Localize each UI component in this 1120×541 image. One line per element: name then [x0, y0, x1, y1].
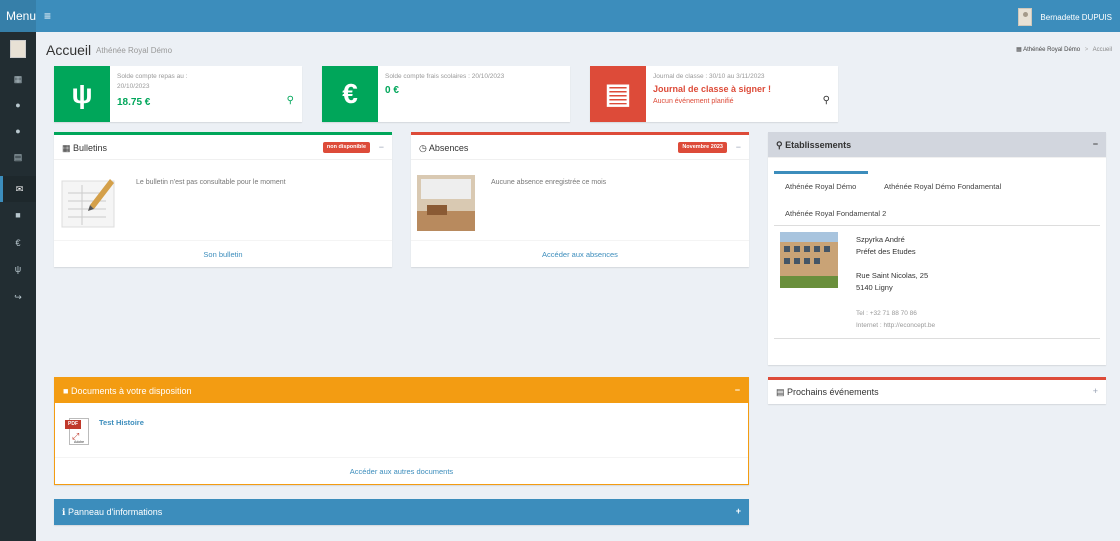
minus-icon[interactable]: −	[736, 142, 741, 152]
search-icon[interactable]: ⚲	[287, 95, 294, 106]
sidebar-avatar	[10, 40, 26, 58]
meal-balance-box: ψ Solde compte repas au : 20/10/2023 18.…	[54, 66, 302, 122]
documents-title: ■ Documents à votre disposition	[63, 386, 192, 396]
bars-icon[interactable]: ≡	[44, 9, 51, 23]
info-icon: ℹ	[62, 507, 66, 517]
etablissements-box: ⚲ Etablissements − Athénée Royal Démo At…	[768, 132, 1106, 365]
tab-athenee-royal-demo[interactable]: Athénée Royal Démo	[785, 182, 856, 191]
events-title: ▤ Prochains événements	[776, 387, 879, 397]
minus-icon[interactable]: −	[735, 385, 740, 395]
euro-icon: €	[322, 66, 378, 122]
tab-active-indicator	[774, 171, 868, 174]
plus-icon[interactable]: +	[1093, 386, 1098, 396]
cutlery-icon[interactable]: ψ	[0, 256, 36, 282]
map-marker-icon: ⚲	[776, 140, 783, 150]
user-icon[interactable]: ●	[0, 92, 36, 118]
menu-logo[interactable]: Menu	[0, 0, 36, 32]
users-icon[interactable]: ●	[0, 118, 36, 144]
other-documents-link[interactable]: Accéder aux autres documents	[55, 457, 748, 484]
class-journal-label: Journal de classe : 30/10 au 3/11/2023	[653, 73, 765, 80]
meal-balance-label: Solde compte repas au : 20/10/2023	[117, 73, 188, 90]
avatar	[1018, 8, 1033, 26]
breadcrumb-home[interactable]: Athénée Royal Démo	[1023, 47, 1080, 53]
menu-label: Menu	[6, 9, 37, 23]
grid-icon: ▦	[62, 143, 71, 153]
bottom-divider	[774, 338, 1100, 339]
documents-header: ■ Documents à votre disposition −	[55, 378, 748, 403]
calendar-icon[interactable]: ▤	[0, 144, 36, 170]
school-fees-box: € Solde compte frais scolaires : 20/10/2…	[322, 66, 570, 122]
user-name: Bernadette DUPUIS	[1040, 12, 1112, 22]
tab-athenee-royal-demo-fondamental[interactable]: Athénée Royal Démo Fondamental	[884, 182, 1001, 191]
user-menu[interactable]: Bernadette DUPUIS	[1018, 7, 1112, 27]
breadcrumb: ▦ Athénée Royal Démo > Accueil	[1016, 46, 1112, 53]
breadcrumb-current: Accueil	[1092, 47, 1112, 53]
grid-icon[interactable]: ▦	[0, 66, 36, 92]
meal-balance-value: 18.75 €	[117, 97, 151, 108]
sidebar: ▦ ● ● ▤ ✉ ■ € ψ ↪	[0, 32, 36, 541]
bulletins-box: ▦ Bulletins non disponible − Le bulletin…	[54, 132, 392, 267]
events-status: Aucun événement planifié	[653, 98, 734, 105]
absences-header: ◷ Absences Novembre 2023 −	[411, 135, 749, 160]
status-badge: non disponible	[322, 142, 370, 153]
school-photo	[780, 232, 838, 288]
absences-title: ◷ Absences	[419, 143, 469, 153]
contact-block: Szpyrka André Préfet des Etudes Rue Sain…	[856, 234, 928, 294]
bulletin-link[interactable]: Son bulletin	[54, 240, 392, 267]
classroom-illustration	[417, 175, 475, 231]
contact-name: Szpyrka André	[856, 235, 905, 244]
contact-website[interactable]: Internet : http://econcept.be	[856, 320, 935, 332]
address-city: 5140 Ligny	[856, 283, 893, 292]
bulletin-illustration	[61, 179, 115, 228]
pdf-icon[interactable]: PDF ⤢ Adobe	[65, 416, 91, 446]
events-box: ▤ Prochains événements +	[768, 377, 1106, 404]
documents-box: ■ Documents à votre disposition − PDF ⤢ …	[54, 377, 749, 485]
class-journal-alert[interactable]: Journal de classe à signer !	[653, 84, 771, 94]
school-fees-label: Solde compte frais scolaires : 20/10/202…	[385, 73, 505, 80]
euro-icon[interactable]: €	[0, 230, 36, 256]
tab-athenee-royal-fondamental-2[interactable]: Athénée Royal Fondamental 2	[785, 209, 886, 218]
info-panel-box[interactable]: ℹ Panneau d'informations +	[54, 499, 749, 525]
etablissements-title: ⚲ Etablissements	[776, 140, 852, 150]
address-street: Rue Saint Nicolas, 25	[856, 271, 929, 280]
folder-icon[interactable]: ■	[0, 202, 36, 228]
contact-details: Tel : +32 71 88 70 86 Internet : http://…	[856, 308, 935, 332]
cutlery-icon: ψ	[54, 66, 110, 122]
page-subtitle: Athénée Royal Démo	[96, 46, 173, 55]
etablissements-header: ⚲ Etablissements −	[768, 132, 1106, 158]
bulletin-message: Le bulletin n'est pas consultable pour l…	[136, 179, 286, 186]
contact-phone: Tel : +32 71 88 70 86	[856, 310, 917, 317]
info-panel-title: ℹ Panneau d'informations	[62, 507, 163, 517]
grid-icon: ▦	[1016, 47, 1022, 53]
clock-icon: ◷	[419, 143, 427, 153]
top-navbar: Menu ≡ Bernadette DUPUIS	[0, 0, 1120, 32]
book-icon: ▤	[590, 66, 646, 122]
bulletins-header: ▦ Bulletins non disponible −	[54, 135, 392, 160]
breadcrumb-separator: >	[1084, 47, 1089, 53]
absences-box: ◷ Absences Novembre 2023 − Aucune absenc…	[411, 132, 749, 267]
contact-role: Préfet des Etudes	[856, 247, 916, 256]
page-title: Accueil	[46, 42, 92, 58]
share-icon[interactable]: ↪	[0, 284, 36, 310]
folder-icon: ■	[63, 386, 69, 396]
minus-icon[interactable]: −	[379, 142, 384, 152]
absence-message: Aucune absence enregistrée ce mois	[491, 179, 607, 186]
envelope-icon[interactable]: ✉	[0, 176, 36, 202]
search-icon[interactable]: ⚲	[823, 95, 830, 106]
absences-link[interactable]: Accéder aux absences	[411, 240, 749, 267]
bulletins-title: ▦ Bulletins	[62, 143, 108, 153]
school-fees-value: 0 €	[385, 85, 399, 96]
class-journal-box: ▤ Journal de classe : 30/10 au 3/11/2023…	[590, 66, 838, 122]
calendar-icon: ▤	[776, 387, 785, 397]
month-badge: Novembre 2023	[678, 142, 727, 153]
tabs-divider	[774, 225, 1100, 226]
plus-icon[interactable]: +	[736, 506, 741, 516]
document-link[interactable]: Test Histoire	[99, 418, 144, 427]
minus-icon[interactable]: −	[1093, 139, 1098, 149]
